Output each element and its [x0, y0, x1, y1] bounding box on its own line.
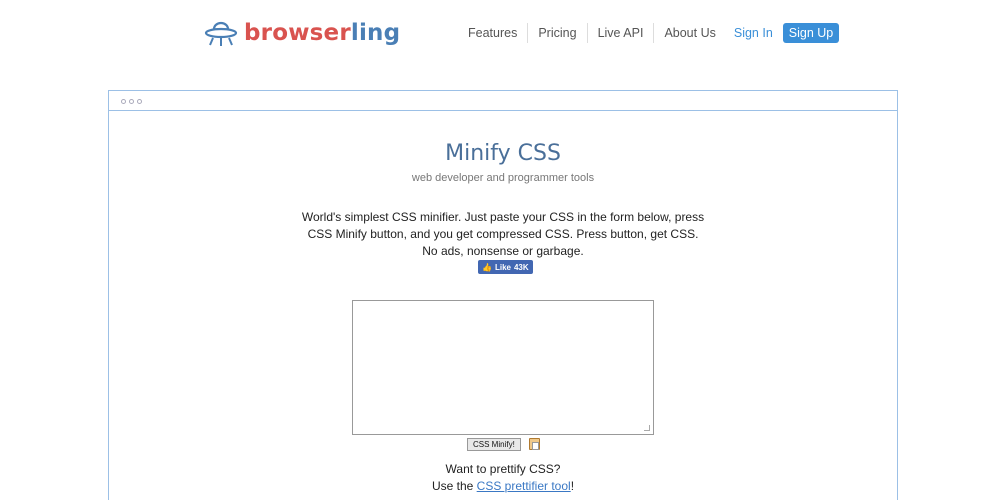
prettify-suggestion: Use the CSS prettifier tool!: [431, 479, 575, 493]
tool-description: World's simplest CSS minifier. Just past…: [301, 210, 705, 258]
page-title: Minify CSS: [445, 141, 561, 166]
sign-in-link[interactable]: Sign In: [726, 23, 781, 43]
textarea-resize-handle[interactable]: [644, 425, 650, 431]
window-dot: [121, 99, 126, 104]
window-dot: [129, 99, 134, 104]
fb-like-label: Like: [494, 262, 511, 272]
css-minify-button[interactable]: CSS Minify!: [467, 438, 521, 451]
nav-live-api[interactable]: Live API: [588, 23, 655, 43]
ufo-icon: [204, 21, 238, 46]
facebook-like-button[interactable]: 👍 Like 43K: [478, 260, 533, 274]
main-nav: Features Pricing Live API About Us Sign …: [458, 23, 840, 43]
frame-title-bar: [109, 91, 897, 111]
sign-up-button[interactable]: Sign Up: [782, 23, 840, 43]
clipboard-icon[interactable]: [529, 438, 540, 450]
window-dots: [121, 99, 142, 104]
css-input-textarea[interactable]: [352, 300, 654, 435]
thumbs-up-icon: 👍: [482, 262, 492, 272]
site-logo[interactable]: browserling: [204, 18, 400, 48]
fb-like-count: 43K: [513, 262, 529, 272]
logo-wordmark: browserling: [244, 20, 401, 46]
nav-about-us[interactable]: About Us: [654, 23, 725, 43]
site-header: browserling Features Pricing Live API Ab…: [0, 0, 1000, 70]
page-subtitle: web developer and programmer tools: [411, 172, 595, 184]
browser-frame: Minify CSS web developer and programmer …: [108, 90, 898, 500]
css-prettifier-link[interactable]: CSS prettifier tool: [477, 479, 571, 493]
nav-features[interactable]: Features: [458, 23, 529, 43]
nav-pricing[interactable]: Pricing: [528, 23, 588, 43]
window-dot: [137, 99, 142, 104]
prettify-question: Want to prettify CSS?: [445, 462, 561, 476]
